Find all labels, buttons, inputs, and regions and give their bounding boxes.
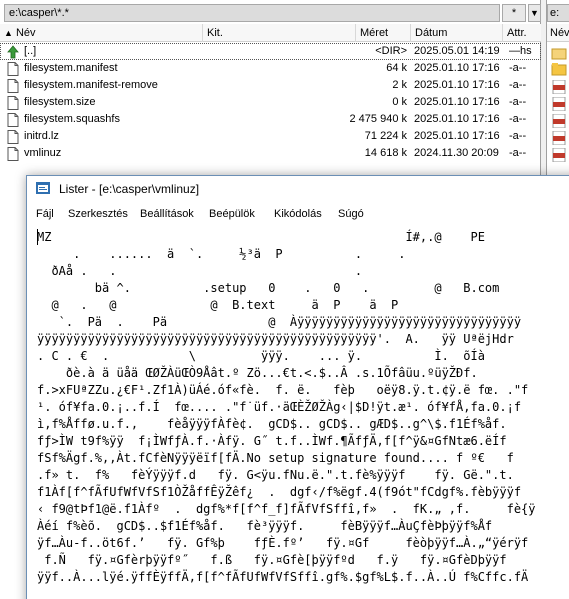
column-header: ▲ Név Kit. Méret Dátum Attr. — [0, 24, 541, 42]
file-list: [..] <DIR> 2025.05.01 14:19 —hs filesystem.m… — [0, 43, 541, 162]
file-row[interactable]: [..] <DIR> 2025.05.01 14:19 —hs — [0, 43, 541, 60]
text-line: ì,f%Åffø.u.f., fèåÿÿÿfÀfè¢. gCD$.. gCD$.… — [37, 417, 507, 431]
text-line: bä ^. .setup 0 . 0 . @ B.com — [37, 281, 500, 295]
menu-plugins[interactable]: Beépülök — [209, 206, 255, 222]
text-line: fSf%Ägf.%,,Àt.fCfèNÿÿÿëïf[fÄ.No setup si… — [37, 451, 514, 465]
right-path-field[interactable]: e: — [547, 4, 569, 22]
file-attr: -a-- — [509, 62, 527, 74]
png-file-icon — [552, 114, 566, 128]
column-attr-header[interactable]: Attr. — [503, 24, 541, 42]
file-date: 2025.01.10 17:16 — [414, 130, 500, 142]
text-line: MZ Í#,.@ PE — [37, 230, 485, 244]
text-line: ‹ f9@tÞf1@ë.f1Àfº . dgf%*f[f^f_f]fÃfVfSf… — [37, 502, 536, 516]
png-file-icon — [552, 97, 566, 111]
text-line: . ...... ä `. ½³ä P . . — [37, 247, 406, 261]
menu-file[interactable]: Fájl — [36, 206, 54, 222]
file-icon — [7, 147, 19, 161]
file-name: filesystem.squashfs — [24, 113, 120, 125]
file-date: 2025.05.01 14:19 — [414, 45, 500, 57]
file-size: <DIR> — [375, 45, 407, 57]
text-line: fƒ>ÌW t9f%ÿÿ f¡ÌWfƒÀ.f.·Àfÿ. G˝ t.f..ÌWf… — [37, 434, 507, 448]
text-line: . C . € . \ ÿÿÿ. ... ÿ. Ì. õÍà — [37, 349, 485, 363]
lister-title-bar[interactable]: Lister - [e:\casper\vmlinuz] — [27, 176, 569, 201]
png-file-icon — [552, 148, 566, 162]
file-attr: -a-- — [509, 130, 527, 142]
text-line: ðAå . . . — [37, 264, 363, 278]
file-size: 64 k — [386, 62, 407, 74]
file-icon — [7, 96, 19, 110]
menu-edit[interactable]: Szerkesztés — [68, 206, 128, 222]
file-size: 0 k — [392, 96, 407, 108]
file-date: 2025.01.10 17:16 — [414, 79, 500, 91]
text-line: `. Pä . Pä @ Àÿÿÿÿÿÿÿÿÿÿÿÿÿÿÿÿÿÿÿÿÿÿÿÿÿÿ… — [37, 315, 522, 329]
folder-up-icon — [551, 48, 567, 60]
file-attr: -a-- — [509, 79, 527, 91]
file-row[interactable]: vmlinuz 14 618 k 2024.11.30 20:09 -a-- — [0, 145, 541, 162]
path-bar: e:\casper\*.* * ▼ — [0, 3, 541, 23]
text-line: f.Ñ fÿ.¤Gfèrþÿÿfº˝ f.ß fÿ.¤Gfè[þÿÿfºd f.… — [37, 553, 507, 567]
lister-app-icon — [36, 182, 50, 194]
file-row[interactable]: filesystem.size 0 k 2025.01.10 17:16 -a-- — [0, 94, 541, 111]
file-icon — [7, 62, 19, 76]
menu-options[interactable]: Beállítások — [140, 206, 194, 222]
file-row[interactable]: filesystem.manifest-remove 2 k 2025.01.10 … — [0, 77, 541, 94]
png-file-icon — [552, 80, 566, 94]
file-date: 2024.11.30 20:09 — [414, 147, 499, 159]
text-line: ÿf…Àu-f..öt6f.’ fÿ. Gf%þ fƒÈ.fº’ fÿ.¤Gf … — [37, 536, 529, 550]
filter-button[interactable]: * — [502, 4, 526, 22]
path-field[interactable]: e:\casper\*.* — [4, 4, 500, 22]
text-line: ÿÿÿÿÿÿÿÿÿÿÿÿÿÿÿÿÿÿÿÿÿÿÿÿÿÿÿÿÿÿÿÿÿÿÿÿÿÿÿÿ… — [37, 332, 514, 346]
text-line: .f» t. f% fèÝÿÿÿf.d fÿ. G<ÿu.fNu.ë.".t.f… — [37, 468, 514, 482]
file-date: 2025.01.10 17:16 — [414, 113, 500, 125]
file-name: initrd.lz — [24, 130, 59, 142]
menu-encoding[interactable]: Kikódolás — [274, 206, 322, 222]
text-line: f.>xFUªZZu.¿€F¹.Zf1À)üÁé.óf«fè. f. ë. fè… — [37, 383, 529, 397]
text-line: @ . @ @ B.text ä P ä P — [37, 298, 399, 312]
png-file-icon — [552, 131, 566, 145]
text-line: ðè.à ä üåä ŒØŽÀüŒÒ9Åât.º Zö...€t.<.$..Â … — [37, 366, 478, 380]
file-attr: -a-- — [509, 147, 527, 159]
file-name: [..] — [24, 45, 37, 57]
text-line: Àéí f%èõ. gCD$..$f1Éf%åf. fè³ÿÿÿf. fèBÿÿ… — [37, 519, 493, 533]
file-icon — [7, 130, 19, 144]
file-row[interactable]: filesystem.squashfs 2 475 940 k 2025.01.10… — [0, 111, 541, 128]
history-dropdown-button[interactable]: ▼ — [528, 4, 541, 22]
lister-title: Lister - [e:\casper\vmlinuz] — [59, 182, 200, 196]
lister-text-view[interactable]: MZ Í#,.@ PE . ...... ä `. ½³ä P . . ðAå … — [27, 226, 569, 599]
up-arrow-icon — [7, 45, 19, 59]
file-name: vmlinuz — [24, 147, 62, 159]
lister-window: Lister - [e:\casper\vmlinuz] Fájl Szerke… — [26, 175, 569, 599]
file-name: filesystem.size — [24, 96, 96, 108]
file-name: filesystem.manifest-remove — [24, 79, 158, 91]
menu-help[interactable]: Súgó — [338, 206, 364, 222]
file-size: 71 224 k — [364, 130, 407, 142]
text-line: ÿÿf..À...lÿé.ÿffÈÿffÄ,f[f^fÃfUfWfVfSffî.… — [37, 570, 529, 584]
file-icon — [7, 79, 19, 93]
column-size-header[interactable]: Méret — [356, 24, 411, 42]
text-line: f1Àf[f^fÃfUfWfVfSf1ÒŽåffÊÿŽêf¿ . dgf‹/f%… — [37, 485, 522, 499]
file-row[interactable]: filesystem.manifest 64 k 2025.01.10 17:16-… — [0, 60, 541, 77]
lister-menu-bar: Fájl Szerkesztés Beállítások Beépülök Ki… — [27, 204, 569, 224]
column-ext-header[interactable]: Kit. — [203, 24, 356, 42]
text-line: ¹. óf¥fa.0.¡..f.Í fœ.... ."f˙üf.·äŒÈŽØŽÀ… — [37, 400, 522, 414]
file-size: 2 k — [392, 79, 407, 91]
file-date: 2025.01.10 17:16 — [414, 96, 500, 108]
file-row[interactable]: initrd.lz 71 224 k 2025.01.10 17:16 -a-- — [0, 128, 541, 145]
file-name: filesystem.manifest — [24, 62, 118, 74]
column-date-header[interactable]: Dátum — [411, 24, 503, 42]
file-date: 2025.01.10 17:16 — [414, 62, 500, 74]
sort-up-arrow-icon: ▲ — [4, 28, 13, 38]
file-size: 2 475 940 k — [349, 113, 408, 125]
file-icon — [7, 113, 19, 127]
column-name-label: Név — [15, 27, 36, 39]
file-attr: —hs — [509, 45, 532, 57]
file-size: 14 618 k — [364, 147, 407, 159]
file-attr: -a-- — [509, 113, 527, 125]
folder-icon — [551, 63, 567, 76]
file-attr: -a-- — [509, 96, 527, 108]
column-name-header[interactable]: ▲ Név — [0, 24, 203, 42]
right-column-name-header[interactable]: Név — [547, 24, 569, 42]
